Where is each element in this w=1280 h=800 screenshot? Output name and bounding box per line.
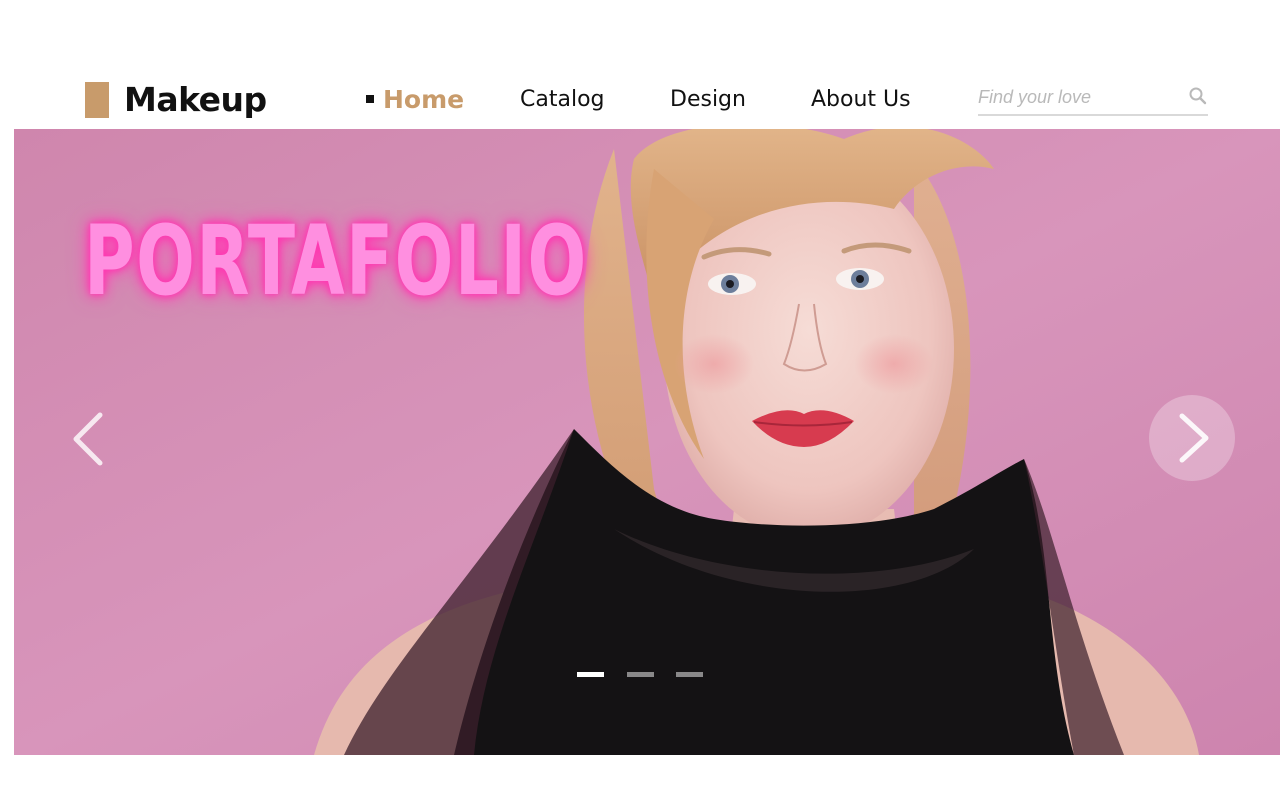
carousel-dot-1[interactable] [577,672,604,677]
carousel-dot-3[interactable] [676,672,703,677]
active-nav-bullet-icon [366,95,374,103]
search-bar [978,82,1208,116]
nav-item-about-us[interactable]: About Us [811,82,911,118]
carousel-next-button[interactable] [1149,395,1235,481]
brand-name: Makeup [124,80,267,119]
brand-logo[interactable]: Makeup [85,82,267,118]
search-icon[interactable] [1188,86,1208,106]
search-input[interactable] [978,84,1178,110]
logo-mark-icon [85,82,109,118]
hero-carousel: PORTAFOLIO [14,129,1280,755]
hero-title: PORTAFOLIO [84,205,588,317]
nav-item-catalog[interactable]: Catalog [520,82,605,118]
nav-item-design[interactable]: Design [670,82,746,118]
chevron-right-icon [1179,413,1209,463]
nav-item-home[interactable]: Home [383,82,464,118]
site-header: Makeup Home Catalog Design About Us [0,0,1280,129]
chevron-left-icon [73,412,103,466]
page: Makeup Home Catalog Design About Us Find… [0,0,1280,800]
carousel-dot-2[interactable] [627,672,654,677]
carousel-prev-button[interactable] [64,409,112,469]
